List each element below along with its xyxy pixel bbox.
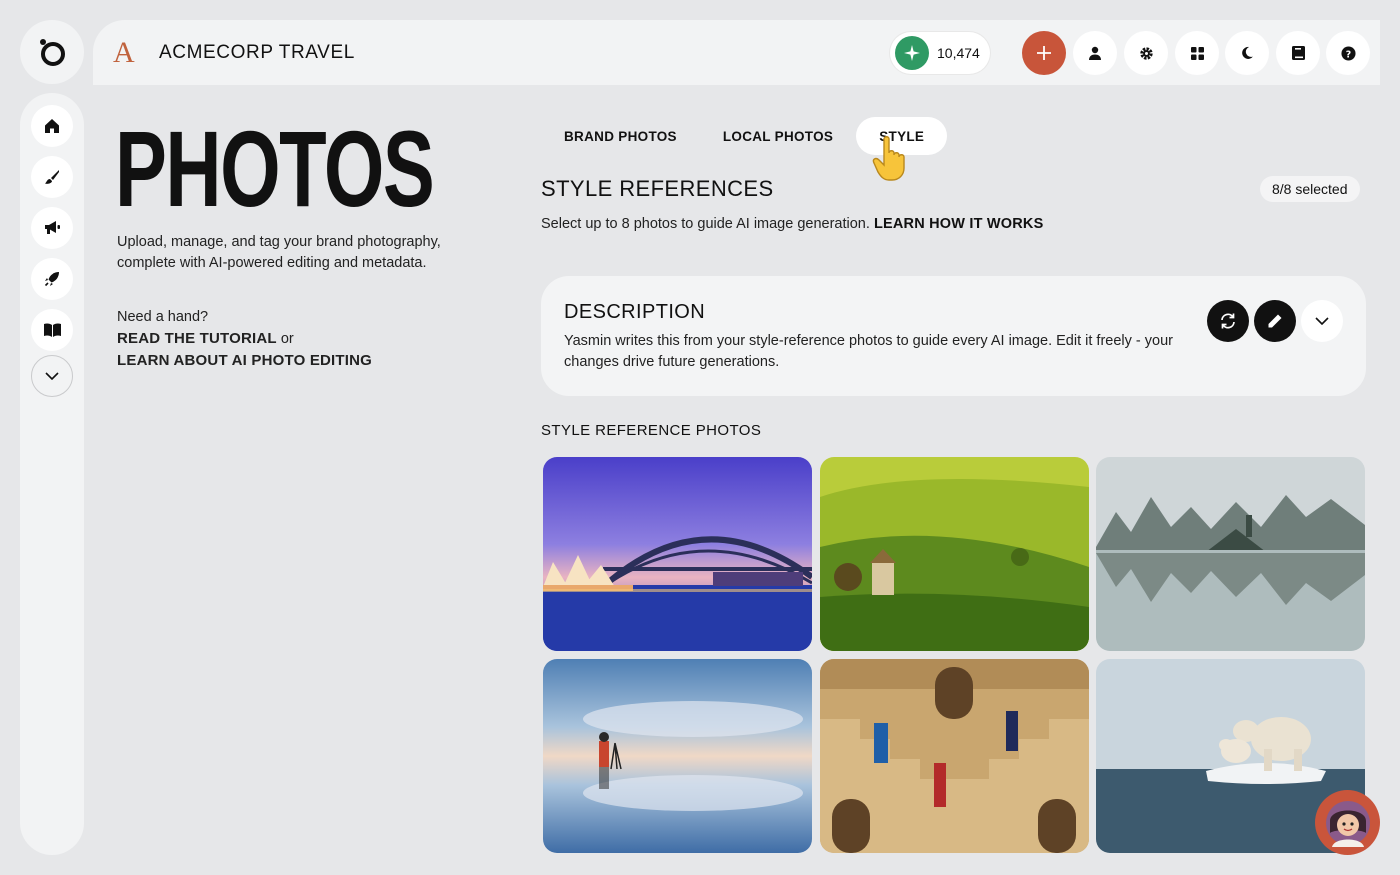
- rocket-icon: [44, 272, 59, 287]
- help-button[interactable]: ?: [1326, 31, 1370, 75]
- credits-badge[interactable]: 10,474: [890, 32, 990, 74]
- user-icon: [1089, 46, 1101, 60]
- style-reference-photos-title: STYLE REFERENCE PHOTOS: [541, 422, 762, 439]
- home-icon: [45, 119, 59, 133]
- assistant-avatar-icon: [1325, 800, 1370, 847]
- brush-icon: [45, 170, 59, 184]
- page-intro: Upload, manage, and tag your brand photo…: [117, 234, 441, 271]
- sidebar-item-create[interactable]: [31, 156, 73, 198]
- tab-local-photos[interactable]: LOCAL PHOTOS: [700, 117, 856, 155]
- help-block: Need a hand? READ THE TUTORIAL or LEARN …: [117, 306, 372, 372]
- sidebar-item-home[interactable]: [31, 105, 73, 147]
- add-icon: [1037, 46, 1051, 60]
- description-card: DESCRIPTION Yasmin writes this from your…: [541, 276, 1366, 396]
- tab-brand-photos[interactable]: BRAND PHOTOS: [541, 117, 700, 155]
- apps-button[interactable]: [1175, 31, 1219, 75]
- book-open-icon: [43, 323, 61, 337]
- credits-count: 10,474: [937, 45, 980, 61]
- selected-count-badge: 8/8 selected: [1260, 176, 1360, 202]
- learn-how-link[interactable]: LEARN HOW IT WORKS: [874, 216, 1044, 232]
- help-or: or: [276, 331, 294, 347]
- chevron-down-icon: [1315, 317, 1329, 325]
- megaphone-icon: [44, 221, 60, 234]
- tutorial-link[interactable]: READ THE TUTORIAL: [117, 330, 277, 347]
- account-button[interactable]: [1073, 31, 1117, 75]
- sidebar-item-guides[interactable]: [31, 309, 73, 351]
- photo-karst-lake-reflection[interactable]: [1096, 457, 1365, 651]
- library-button[interactable]: [1276, 31, 1320, 75]
- pointer-hand-icon: [872, 136, 905, 181]
- sidebar-item-launch[interactable]: [31, 258, 73, 300]
- sidebar-expand-button[interactable]: [31, 355, 73, 397]
- chevron-down-icon: [45, 372, 59, 380]
- regenerate-button[interactable]: [1207, 300, 1249, 342]
- brand-name[interactable]: ACMECORP TRAVEL: [159, 42, 355, 64]
- photo-green-hills-windmill[interactable]: [820, 457, 1089, 651]
- svg-text:?: ?: [1345, 49, 1350, 60]
- ai-editing-link[interactable]: LEARN ABOUT AI PHOTO EDITING: [117, 350, 372, 372]
- pencil-icon: [1268, 314, 1282, 328]
- description-title: DESCRIPTION: [564, 301, 706, 323]
- page-title: PHOTOS: [115, 108, 435, 229]
- assistant-avatar-button[interactable]: [1315, 790, 1380, 855]
- sparkle-icon: [895, 36, 929, 70]
- moon-icon: [1242, 46, 1253, 59]
- grid-icon: [1190, 46, 1204, 60]
- style-references-title: STYLE REFERENCES: [541, 176, 774, 201]
- settings-icon: [1139, 46, 1153, 60]
- help-icon: ?: [1340, 45, 1356, 61]
- photo-stepwell-women[interactable]: [820, 659, 1089, 853]
- book-icon: [1291, 46, 1305, 60]
- help-lead: Need a hand?: [117, 309, 209, 325]
- photo-photographer-salt-flat[interactable]: [543, 659, 812, 853]
- collapse-description-button[interactable]: [1301, 300, 1343, 342]
- edit-description-button[interactable]: [1254, 300, 1296, 342]
- style-references-subtitle: Select up to 8 photos to guide AI image …: [541, 216, 1043, 232]
- photo-sydney-opera-house[interactable]: [543, 457, 812, 651]
- brand-mark[interactable]: A: [113, 36, 135, 70]
- app-logo[interactable]: [20, 20, 84, 84]
- brand-ring-icon: [40, 39, 65, 66]
- add-button[interactable]: [1022, 31, 1066, 75]
- theme-button[interactable]: [1225, 31, 1269, 75]
- description-text: Yasmin writes this from your style-refer…: [564, 333, 1173, 370]
- settings-button[interactable]: [1124, 31, 1168, 75]
- sidebar-item-campaigns[interactable]: [31, 207, 73, 249]
- sidebar: [20, 93, 84, 855]
- subtitle-text: Select up to 8 photos to guide AI image …: [541, 216, 870, 232]
- top-bar: A ACMECORP TRAVEL 10,474 ?: [93, 20, 1380, 85]
- refresh-icon: [1221, 313, 1235, 329]
